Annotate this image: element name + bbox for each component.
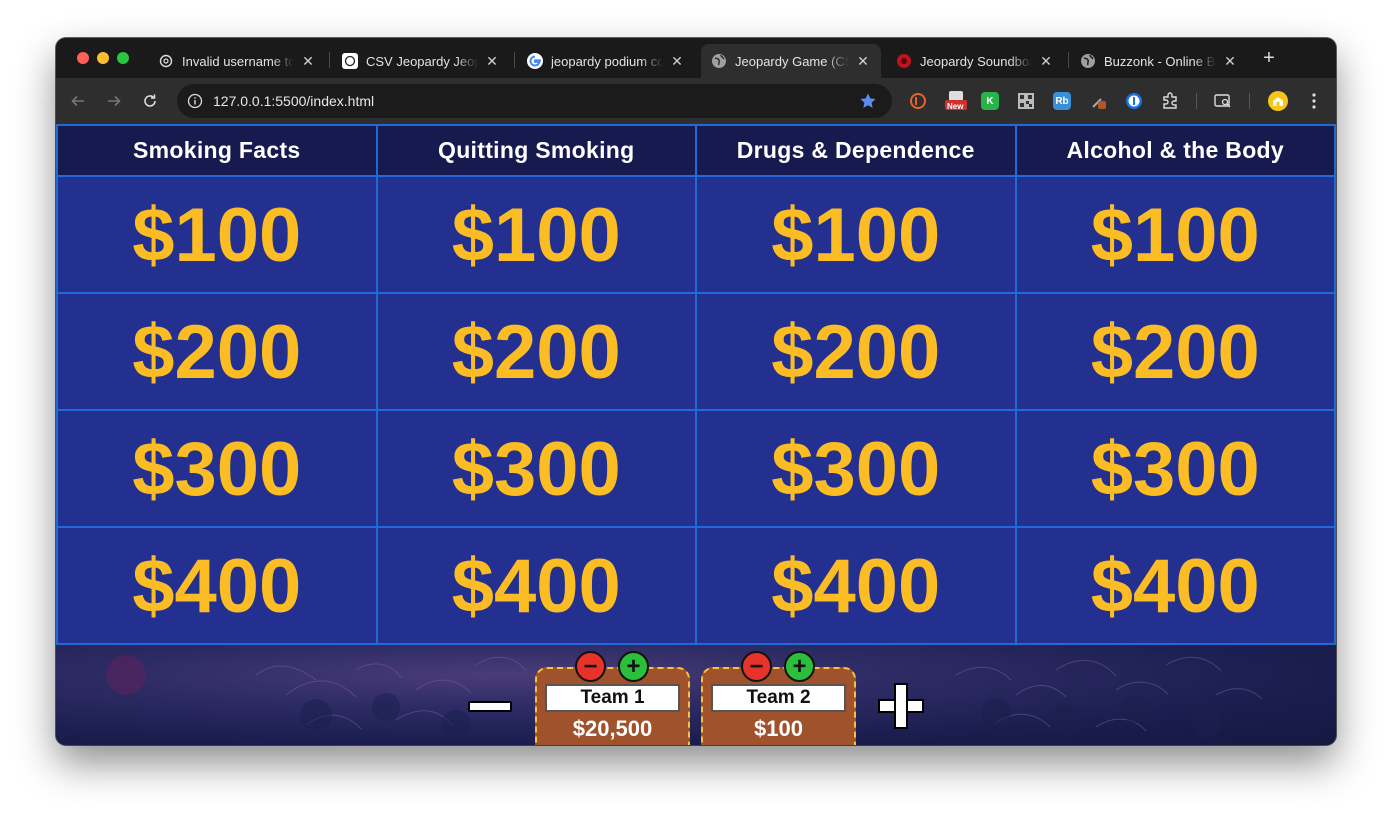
question-cell[interactable]: $300 <box>376 410 696 527</box>
forward-icon[interactable] <box>103 90 125 112</box>
k-extension-icon[interactable]: K <box>981 92 999 110</box>
toolbar-separator <box>1249 93 1250 109</box>
honey-extension-icon[interactable] <box>909 92 927 110</box>
tab-separator <box>1068 52 1069 68</box>
close-window-button[interactable] <box>77 52 89 64</box>
toolbar-separator <box>1196 93 1197 109</box>
onepassword-extension-icon[interactable] <box>1125 92 1143 110</box>
browser-window: Invalid username tok ✕ CSV Jeopardy Jeop… <box>56 38 1336 745</box>
globe-icon <box>711 53 727 69</box>
team-name-field[interactable]: Team 1 <box>545 684 680 712</box>
category-header: Alcohol & the Body <box>1015 125 1335 176</box>
tab-invalid-username[interactable]: Invalid username tok ✕ <box>148 44 326 78</box>
question-cell[interactable]: $200 <box>57 293 377 410</box>
tab-csv-jeopardy[interactable]: CSV Jeopardy Jeopardy ✕ <box>332 44 510 78</box>
globe-icon <box>1080 53 1096 69</box>
puzzle-extensions-icon[interactable] <box>1161 92 1179 110</box>
question-cell[interactable]: $400 <box>1015 527 1335 644</box>
reload-icon[interactable] <box>139 90 161 112</box>
team-podium: − + Team 2 $100 <box>701 651 856 745</box>
profile-avatar-icon[interactable] <box>1268 91 1288 111</box>
question-cell[interactable]: $300 <box>1015 410 1335 527</box>
increase-score-button[interactable]: + <box>784 651 815 682</box>
tab-title: CSV Jeopardy Jeopardy <box>366 53 478 69</box>
tab-title: Buzzonk - Online Bu <box>1104 53 1216 69</box>
question-cell[interactable]: $100 <box>1015 176 1335 293</box>
question-cell[interactable]: $300 <box>57 410 377 527</box>
increase-score-button[interactable]: + <box>618 651 649 682</box>
rb-extension-icon[interactable]: Rb <box>1053 92 1071 110</box>
url-text: 127.0.0.1:5500/index.html <box>213 93 375 109</box>
eyedropper-extension-icon[interactable] <box>1090 92 1108 110</box>
team-score: $20,500 <box>572 716 653 741</box>
soundboard-icon <box>896 53 912 69</box>
tab-separator <box>514 52 515 68</box>
close-icon[interactable]: ✕ <box>484 53 500 70</box>
tab-google-search[interactable]: jeopardy podium co ✕ <box>517 44 695 78</box>
tab-title: Jeopardy Soundboa <box>920 53 1032 69</box>
close-icon[interactable]: ✕ <box>855 53 871 70</box>
crowd-background-image <box>106 655 1263 740</box>
tab-title: Jeopardy Game (CSV <box>735 53 849 69</box>
tab-buzzonk[interactable]: Buzzonk - Online Bu ✕ <box>1070 44 1248 78</box>
maximize-window-button[interactable] <box>117 52 129 64</box>
tab-title: jeopardy podium co <box>551 53 663 69</box>
jeopardy-page: Smoking Facts Quitting Smoking Drugs & D… <box>56 124 1336 745</box>
more-menu-icon[interactable] <box>1305 92 1323 110</box>
site-info-icon[interactable] <box>187 93 203 114</box>
question-cell[interactable]: $400 <box>57 527 377 644</box>
question-cell[interactable]: $200 <box>696 293 1016 410</box>
team-podium: − + Team 1 $20,500 <box>535 651 690 745</box>
jeopardy-board: Smoking Facts Quitting Smoking Drugs & D… <box>56 124 1336 645</box>
question-cell[interactable]: $100 <box>57 176 377 293</box>
close-icon[interactable]: ✕ <box>669 53 685 70</box>
google-icon <box>527 53 543 69</box>
openai-icon <box>158 53 174 69</box>
team-name-field[interactable]: Team 2 <box>711 684 846 712</box>
category-header: Drugs & Dependence <box>696 125 1016 176</box>
team-score: $100 <box>754 716 803 741</box>
decrease-score-button[interactable]: − <box>741 651 772 682</box>
question-cell[interactable]: $100 <box>376 176 696 293</box>
new-tab-button[interactable]: + <box>1257 47 1281 71</box>
plus-icon-center <box>896 701 906 711</box>
close-icon[interactable]: ✕ <box>1038 53 1054 70</box>
close-icon[interactable]: ✕ <box>1222 53 1238 70</box>
question-cell[interactable]: $400 <box>376 527 696 644</box>
qr-extension-icon[interactable] <box>1017 92 1035 110</box>
back-icon[interactable] <box>67 90 89 112</box>
minimize-window-button[interactable] <box>97 52 109 64</box>
question-cell[interactable]: $200 <box>1015 293 1335 410</box>
question-cell[interactable]: $400 <box>696 527 1016 644</box>
openai-icon <box>342 53 358 69</box>
browser-toolbar: 127.0.0.1:5500/index.html New K Rb <box>56 78 1336 124</box>
new-badge-extension-icon[interactable]: New <box>944 91 968 111</box>
tab-title: Invalid username tok <box>182 53 294 69</box>
bookmark-star-icon[interactable] <box>859 92 877 115</box>
close-icon[interactable]: ✕ <box>300 53 316 70</box>
remove-team-button[interactable] <box>468 701 512 712</box>
tab-search-icon[interactable] <box>1214 92 1232 110</box>
tab-separator <box>329 52 330 68</box>
tab-strip: Invalid username tok ✕ CSV Jeopardy Jeop… <box>56 38 1336 78</box>
tab-jeopardy-game[interactable]: Jeopardy Game (CSV ✕ <box>701 44 881 78</box>
podium-area: − + Team 1 $20,500 − + Team 2 $100 <box>56 645 1336 745</box>
add-team-button[interactable] <box>878 683 924 729</box>
question-cell[interactable]: $200 <box>376 293 696 410</box>
category-header: Quitting Smoking <box>376 125 696 176</box>
decrease-score-button[interactable]: − <box>575 651 606 682</box>
address-bar[interactable]: 127.0.0.1:5500/index.html <box>177 84 892 118</box>
category-header: Smoking Facts <box>57 125 377 176</box>
question-cell[interactable]: $100 <box>696 176 1016 293</box>
tab-jeopardy-soundboard[interactable]: Jeopardy Soundboa ✕ <box>886 44 1064 78</box>
question-cell[interactable]: $300 <box>696 410 1016 527</box>
